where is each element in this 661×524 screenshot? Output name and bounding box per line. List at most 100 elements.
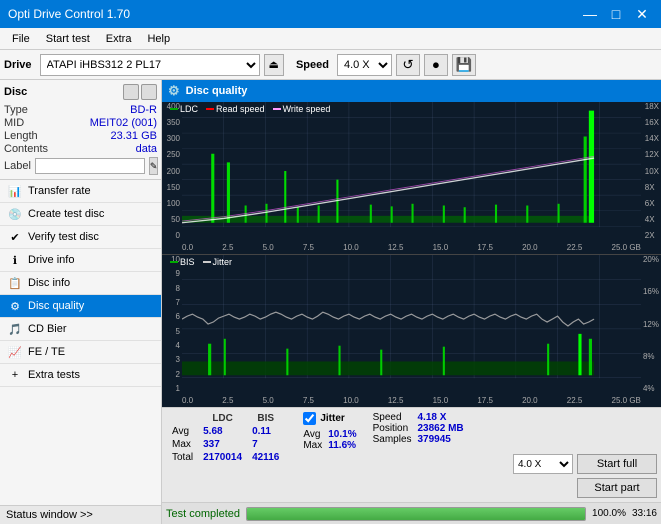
sidebar-item-disc-quality[interactable]: ⚙ Disc quality — [0, 295, 161, 318]
total-ldc: 2170014 — [201, 451, 250, 464]
sidebar-item-fe-te[interactable]: 📈 FE / TE — [0, 341, 161, 364]
extra-icon: + — [8, 368, 22, 382]
quality-header-icon: ⚙ — [168, 83, 180, 99]
menu-file[interactable]: File — [4, 31, 38, 47]
sidebar-item-label: Create test disc — [28, 208, 104, 220]
speed-select[interactable]: 4.0 X — [337, 54, 392, 76]
sidebar-item-label: Disc quality — [28, 300, 84, 312]
max-label: Max — [170, 438, 201, 451]
save-button[interactable]: 💾 — [452, 54, 476, 76]
sidebar-item-extra-tests[interactable]: + Extra tests — [0, 364, 161, 387]
type-value: BD-R — [130, 104, 157, 116]
buttons-section: 4.0 X Start full Start part — [509, 408, 661, 502]
sidebar-item-label: Extra tests — [28, 369, 80, 381]
start-full-button[interactable]: Start full — [577, 454, 657, 474]
progress-time: 33:16 — [632, 508, 657, 519]
eject-button[interactable]: ⏏ — [264, 54, 284, 76]
read-speed-legend: Read speed — [206, 104, 265, 114]
jitter-stats: Avg 10.1% Max 11.6% — [303, 429, 356, 451]
quality-icon: ⚙ — [8, 299, 22, 313]
jitter-avg-value: 10.1% — [322, 429, 356, 440]
minimize-button[interactable]: — — [579, 5, 601, 23]
sidebar-item-drive-info[interactable]: ℹ Drive info — [0, 249, 161, 272]
jitter-dot — [203, 261, 211, 263]
disc-quality-header: ⚙ Disc quality — [162, 80, 661, 102]
menu-extra[interactable]: Extra — [98, 31, 140, 47]
write-speed-label: Write speed — [283, 104, 331, 114]
progress-bar — [246, 507, 586, 521]
start-full-row: 4.0 X Start full — [513, 454, 657, 474]
top-chart: LDC Read speed Write speed 400 350 — [162, 102, 661, 255]
ldc-legend: LDC — [170, 104, 198, 114]
jitter-max-label: Max — [303, 440, 322, 451]
speed-value: 4.18 X — [412, 412, 464, 423]
cd-bier-icon: 🎵 — [8, 322, 22, 336]
position-row: Position 23862 MB — [373, 423, 464, 434]
label-input[interactable] — [35, 158, 145, 174]
col-bis: BIS — [250, 412, 287, 425]
col-empty — [170, 412, 201, 425]
progress-percent: 100.0% — [592, 508, 626, 519]
jitter-section: Jitter Avg 10.1% Max 11.6% — [295, 408, 364, 502]
sidebar-item-label: Transfer rate — [28, 185, 91, 197]
disc-icon[interactable] — [123, 84, 139, 100]
jitter-avg-row: Avg 10.1% — [303, 429, 356, 440]
sidebar-item-create-test-disc[interactable]: 💿 Create test disc — [0, 203, 161, 226]
create-disc-icon: 💿 — [8, 207, 22, 221]
main-layout: Disc Type BD-R MID MEIT02 (001) Length 2… — [0, 80, 661, 524]
mid-value: MEIT02 (001) — [90, 117, 157, 129]
sidebar-item-label: Disc info — [28, 277, 70, 289]
sidebar-item-disc-info[interactable]: 📋 Disc info — [0, 272, 161, 295]
position-key: Position — [373, 423, 412, 434]
start-part-row: Start part — [513, 478, 657, 498]
close-button[interactable]: ✕ — [631, 5, 653, 23]
speed-select-full[interactable]: 4.0 X — [513, 454, 573, 474]
bottom-y-axis-left: 10 9 8 7 6 5 4 3 2 1 — [162, 255, 182, 393]
status-window-button[interactable]: Status window >> — [0, 505, 161, 524]
disc-panel: Disc Type BD-R MID MEIT02 (001) Length 2… — [0, 80, 161, 180]
top-chart-svg — [182, 102, 641, 240]
col-ldc: LDC — [201, 412, 250, 425]
sidebar-item-cd-bier[interactable]: 🎵 CD Bier — [0, 318, 161, 341]
read-speed-label: Read speed — [216, 104, 265, 114]
drive-select[interactable]: ATAPI iHBS312 2 PL17 — [40, 54, 260, 76]
jitter-legend: Jitter — [203, 257, 233, 267]
avg-bis: 0.11 — [250, 425, 287, 438]
burn-button[interactable]: ● — [424, 54, 448, 76]
sidebar-item-label: CD Bier — [28, 323, 67, 335]
sidebar-item-label: FE / TE — [28, 346, 65, 358]
progress-container: Test completed 100.0% 33:16 — [162, 502, 661, 524]
write-speed-dot — [273, 108, 281, 110]
titlebar: Opti Drive Control 1.70 — □ ✕ — [0, 0, 661, 28]
bottom-x-axis: 0.0 2.5 5.0 7.5 10.0 12.5 15.0 17.5 20.0… — [182, 396, 641, 405]
ldc-bis-table: LDC BIS Avg 5.68 0.11 Max 337 7 Total — [162, 408, 295, 502]
drive-info-icon: ℹ — [8, 253, 22, 267]
write-speed-legend: Write speed — [273, 104, 331, 114]
avg-row: Avg 5.68 0.11 — [170, 425, 287, 438]
max-bis: 7 — [250, 438, 287, 451]
speed-position-section: Speed 4.18 X Position 23862 MB Samples 3… — [365, 408, 472, 502]
maximize-button[interactable]: □ — [605, 5, 627, 23]
max-row: Max 337 7 — [170, 438, 287, 451]
label-edit-button[interactable]: ✎ — [149, 157, 159, 175]
jitter-max-row: Max 11.6% — [303, 440, 356, 451]
bottom-y-axis-right: 20% 16% 12% 8% 4% — [643, 255, 659, 393]
sidebar-item-transfer-rate[interactable]: 📊 Transfer rate — [0, 180, 161, 203]
bottom-chart-svg — [182, 255, 641, 393]
bottom-chart: BIS Jitter 10 9 8 7 6 5 4 — [162, 255, 661, 407]
refresh-button[interactable]: ↺ — [396, 54, 420, 76]
sidebar-item-verify-test-disc[interactable]: ✔ Verify test disc — [0, 226, 161, 249]
start-part-button[interactable]: Start part — [577, 478, 657, 498]
sidebar: Disc Type BD-R MID MEIT02 (001) Length 2… — [0, 80, 162, 524]
disc-open-icon[interactable] — [141, 84, 157, 100]
menu-help[interactable]: Help — [139, 31, 178, 47]
speed-label: Speed — [296, 59, 329, 71]
fe-te-icon: 📈 — [8, 345, 22, 359]
bottom-legend: BIS Jitter — [170, 257, 232, 267]
jitter-checkbox[interactable] — [303, 412, 316, 425]
disc-title: Disc — [4, 86, 27, 98]
bis-dot — [170, 261, 178, 263]
menu-start-test[interactable]: Start test — [38, 31, 98, 47]
disc-quality-title: Disc quality — [186, 85, 248, 97]
samples-row: Samples 379945 — [373, 434, 464, 445]
